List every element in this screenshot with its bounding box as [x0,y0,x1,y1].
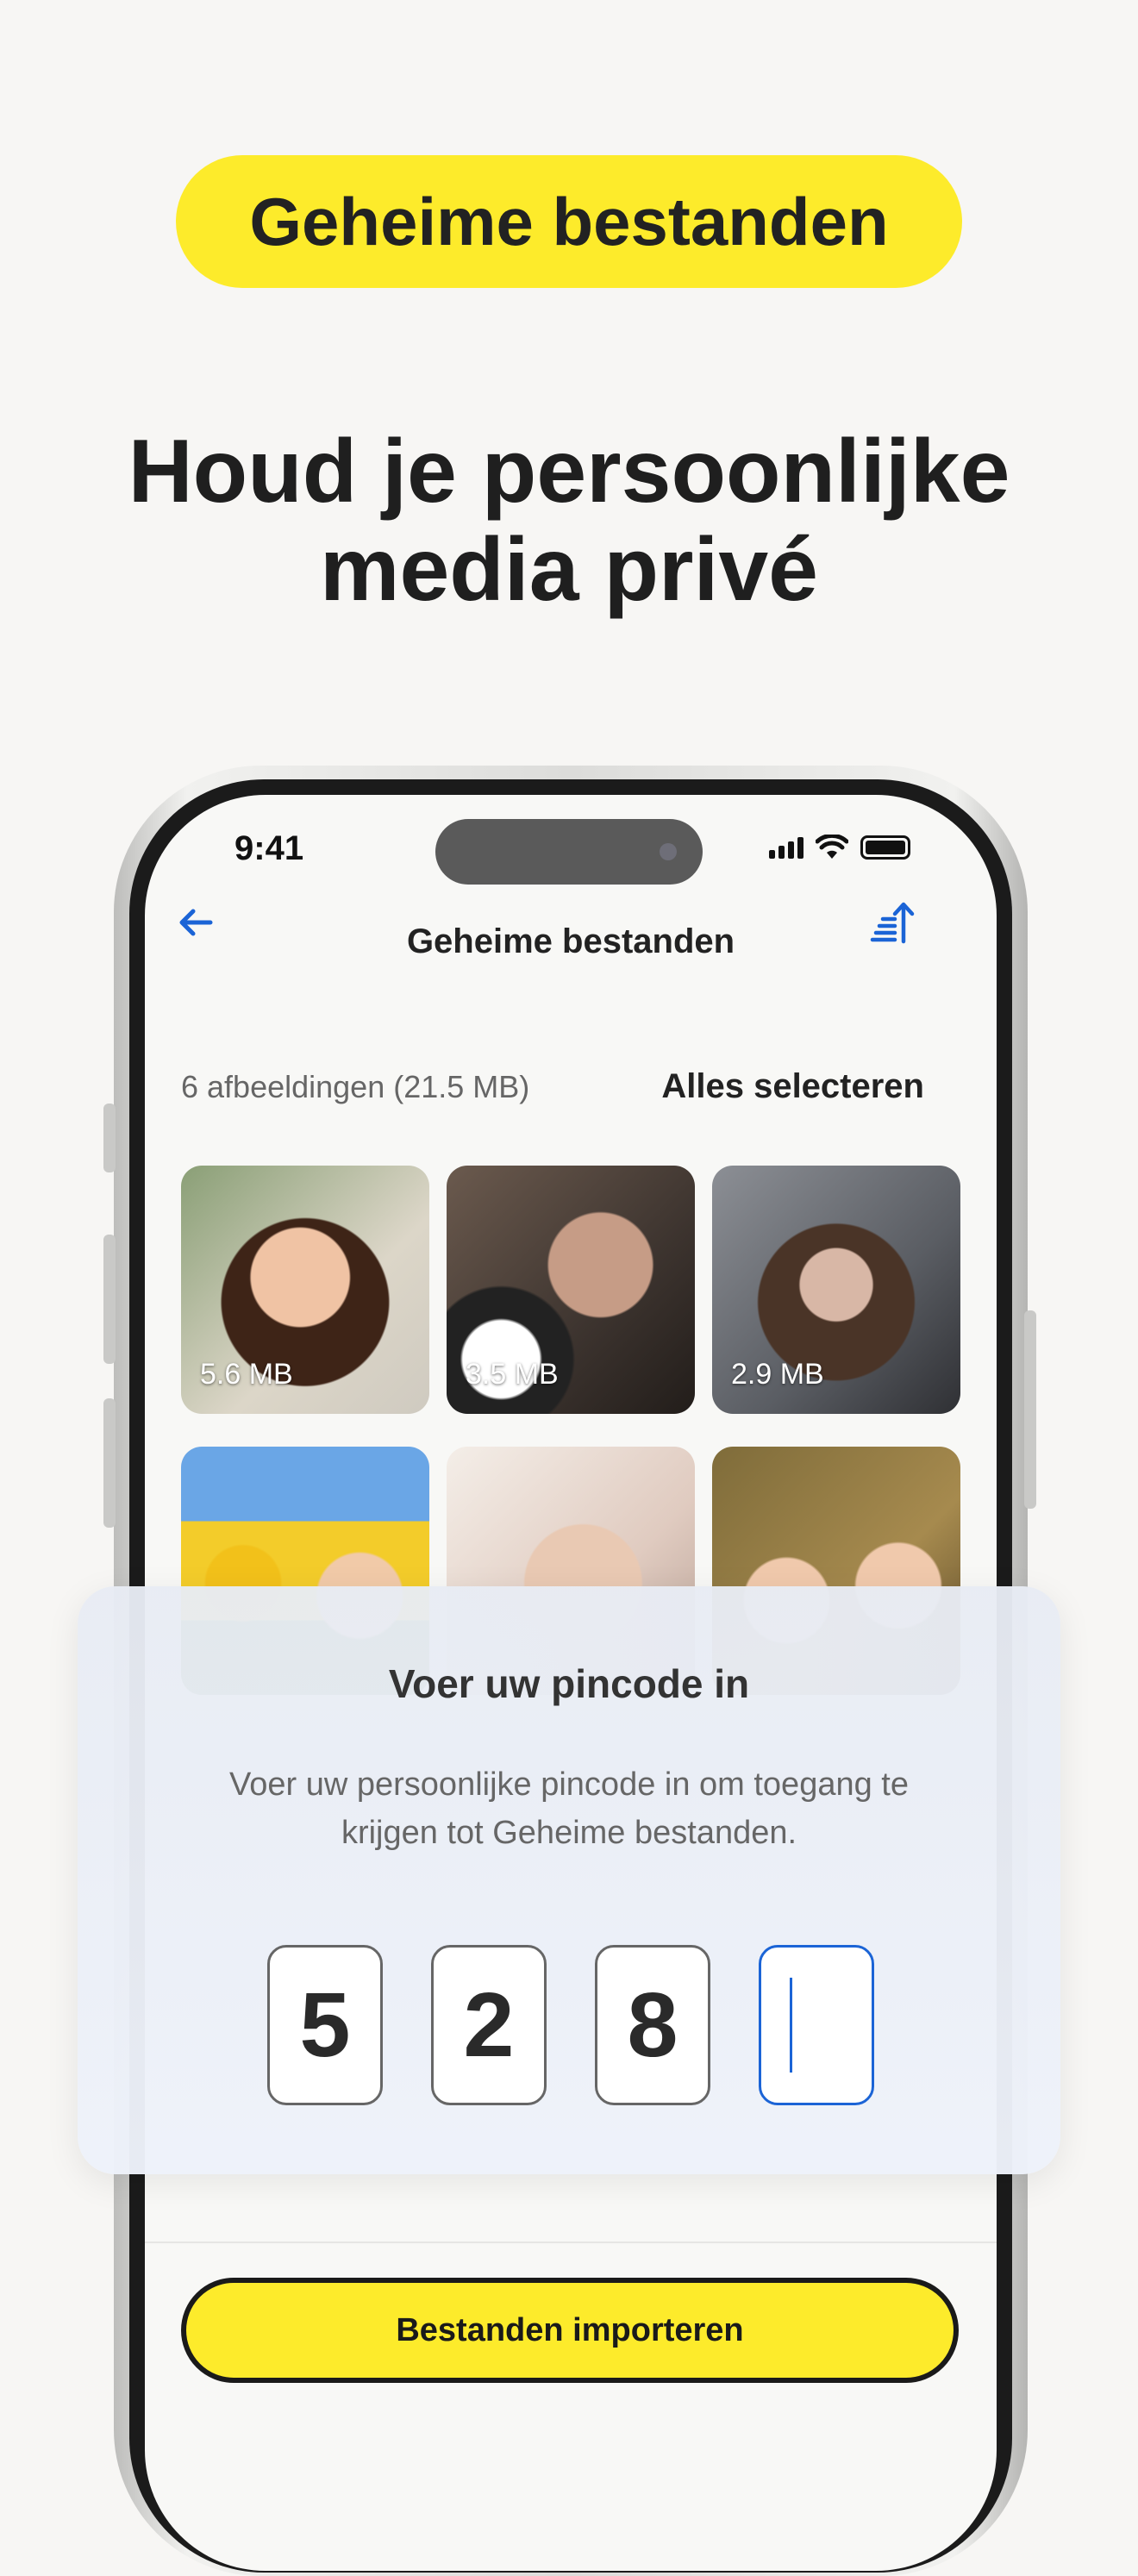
file-size-label: 3.5 MB [466,1358,559,1391]
battery-icon [860,835,910,860]
camera-icon [660,843,677,860]
pin-digit-field-active[interactable] [759,1945,874,2105]
phone-volume-up-button [103,1235,116,1364]
file-size-label: 2.9 MB [731,1358,824,1391]
pin-sheet-title: Voer uw pincode in [388,1661,750,1706]
gallery-item[interactable]: 5.6 MB [181,1166,429,1414]
headline-line-2: media privé [319,520,819,620]
import-files-button[interactable]: Bestanden importeren [181,2278,959,2383]
pin-digit-field[interactable]: 2 [431,1945,547,2105]
phone-power-button [1024,1310,1036,1509]
pin-input-row: 5 2 8 [267,1945,874,2105]
page-headline: Houd je persoonlijke media privé [0,422,1138,619]
image-count: 6 afbeeldingen (21.5 MB) [181,1069,530,1104]
select-all-button[interactable]: Alles selecteren [661,1067,924,1106]
pin-digit-field[interactable]: 8 [595,1945,710,2105]
feature-badge: Geheime bestanden [176,155,962,288]
gallery-item[interactable]: 3.5 MB [447,1166,695,1414]
status-icons [769,835,910,860]
gallery-item[interactable]: 2.9 MB [712,1166,960,1414]
signal-icon [769,836,803,859]
text-cursor [789,1978,792,2073]
divider [145,2241,997,2243]
dynamic-island [435,819,703,885]
phone-action-button [103,1104,116,1172]
headline-line-1: Houd je persoonlijke [128,422,1010,522]
phone-volume-down-button [103,1398,116,1528]
pin-entry-sheet: Voer uw pincode in Voer uw persoonlijke … [78,1586,1060,2174]
pin-digit-field[interactable]: 5 [267,1945,383,2105]
wifi-icon [816,835,848,859]
sort-icon[interactable] [866,897,917,948]
pin-sheet-description: Voer uw persoonlijke pincode in om toega… [229,1766,909,1851]
file-size-label: 5.6 MB [200,1358,293,1391]
status-time: 9:41 [234,829,304,867]
